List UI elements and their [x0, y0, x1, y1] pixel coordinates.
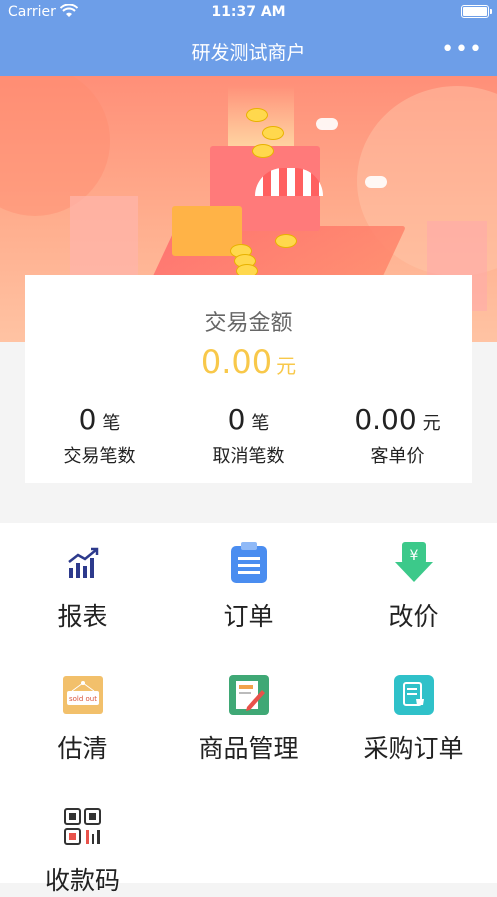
menu-item-label: 报表: [57, 602, 108, 631]
stat-avg-price: 0.00 元 客单价: [323, 403, 472, 468]
amount-label: 交易金额: [204, 311, 293, 336]
stat-transaction-count: 0笔 交易笔数: [25, 403, 174, 468]
qr-code-icon: [61, 805, 105, 849]
sold-out-icon: sold out: [61, 673, 105, 717]
menu-item-sold-out[interactable]: sold out 估清: [0, 673, 165, 765]
battery-icon: [461, 5, 492, 18]
more-icon[interactable]: •••: [441, 37, 483, 62]
page-title: 研发测试商户: [191, 42, 306, 64]
summary-card: 交易金额 0.00 元 0笔 交易笔数 0笔 取消笔数 0.00 元 客单价: [25, 275, 472, 483]
price-download-icon: ¥: [392, 541, 436, 585]
stat-unit: 元: [422, 413, 441, 434]
menu-item-purchase-order[interactable]: 采购订单: [331, 673, 496, 765]
menu-item-label: 采购订单: [363, 734, 464, 763]
menu-item-product-management[interactable]: 商品管理: [166, 673, 331, 765]
svg-text:¥: ¥: [409, 548, 418, 564]
menu-item-label: 订单: [223, 602, 274, 631]
amount-value: 0.00 元: [25, 343, 472, 381]
status-bar: Carrier 11:37 AM: [0, 0, 497, 26]
bar-chart-icon: [61, 541, 105, 585]
purchase-order-icon: [392, 673, 436, 717]
sold-out-badge: sold out: [68, 695, 96, 703]
stat-cancel-count: 0笔 取消笔数: [174, 403, 323, 468]
menu-item-payment-code[interactable]: 收款码: [0, 805, 165, 897]
stat-name: 取消笔数: [212, 446, 285, 467]
stat-name: 客单价: [370, 446, 425, 467]
amount-number: 0.00: [200, 343, 273, 381]
stat-value: 0.00: [354, 403, 417, 436]
menu-item-price-change[interactable]: ¥ 改价: [331, 541, 496, 633]
nav-bar: 研发测试商户 •••: [0, 26, 497, 76]
menu-item-label: 改价: [388, 602, 439, 631]
menu-grid: 报表 订单 ¥ 改价 sold out 估清 商品管理 采购订单 收款码: [0, 523, 497, 895]
menu-item-label: 估清: [57, 734, 108, 763]
stat-value: 0: [227, 403, 246, 436]
clock: 11:37 AM: [211, 4, 286, 20]
product-edit-icon: [227, 673, 271, 717]
stat-unit: 笔: [251, 413, 270, 434]
menu-item-orders[interactable]: 订单: [166, 541, 331, 633]
amount-unit: 元: [276, 354, 297, 378]
menu-item-label: 收款码: [44, 866, 120, 895]
menu-item-report[interactable]: 报表: [0, 541, 165, 633]
clipboard-icon: [227, 541, 271, 585]
stat-name: 交易笔数: [63, 446, 136, 467]
stat-value: 0: [78, 403, 97, 436]
stat-unit: 笔: [102, 413, 121, 434]
menu-item-label: 商品管理: [198, 734, 299, 763]
